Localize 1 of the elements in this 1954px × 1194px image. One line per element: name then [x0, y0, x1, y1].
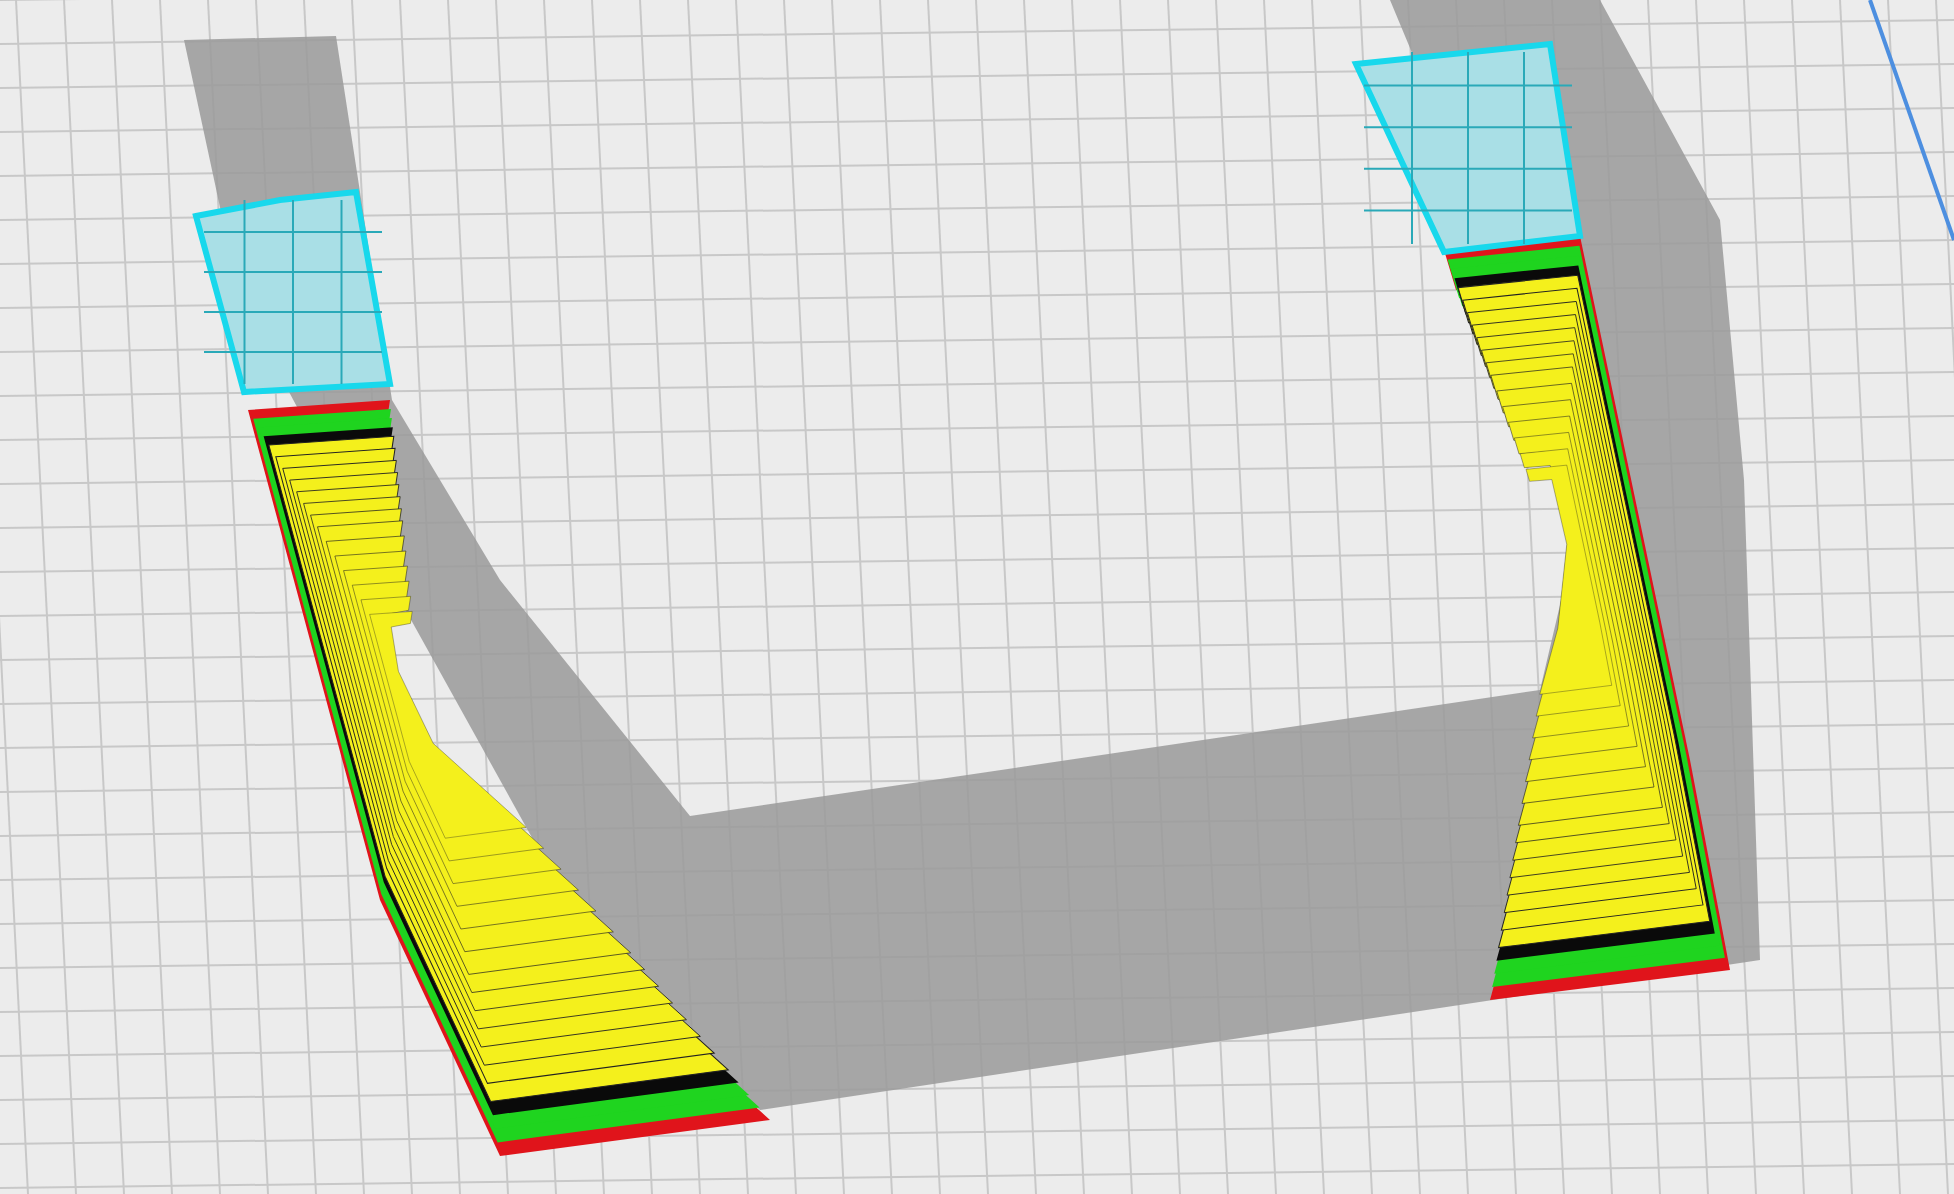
slicer-viewport[interactable]: [0, 0, 1954, 1194]
